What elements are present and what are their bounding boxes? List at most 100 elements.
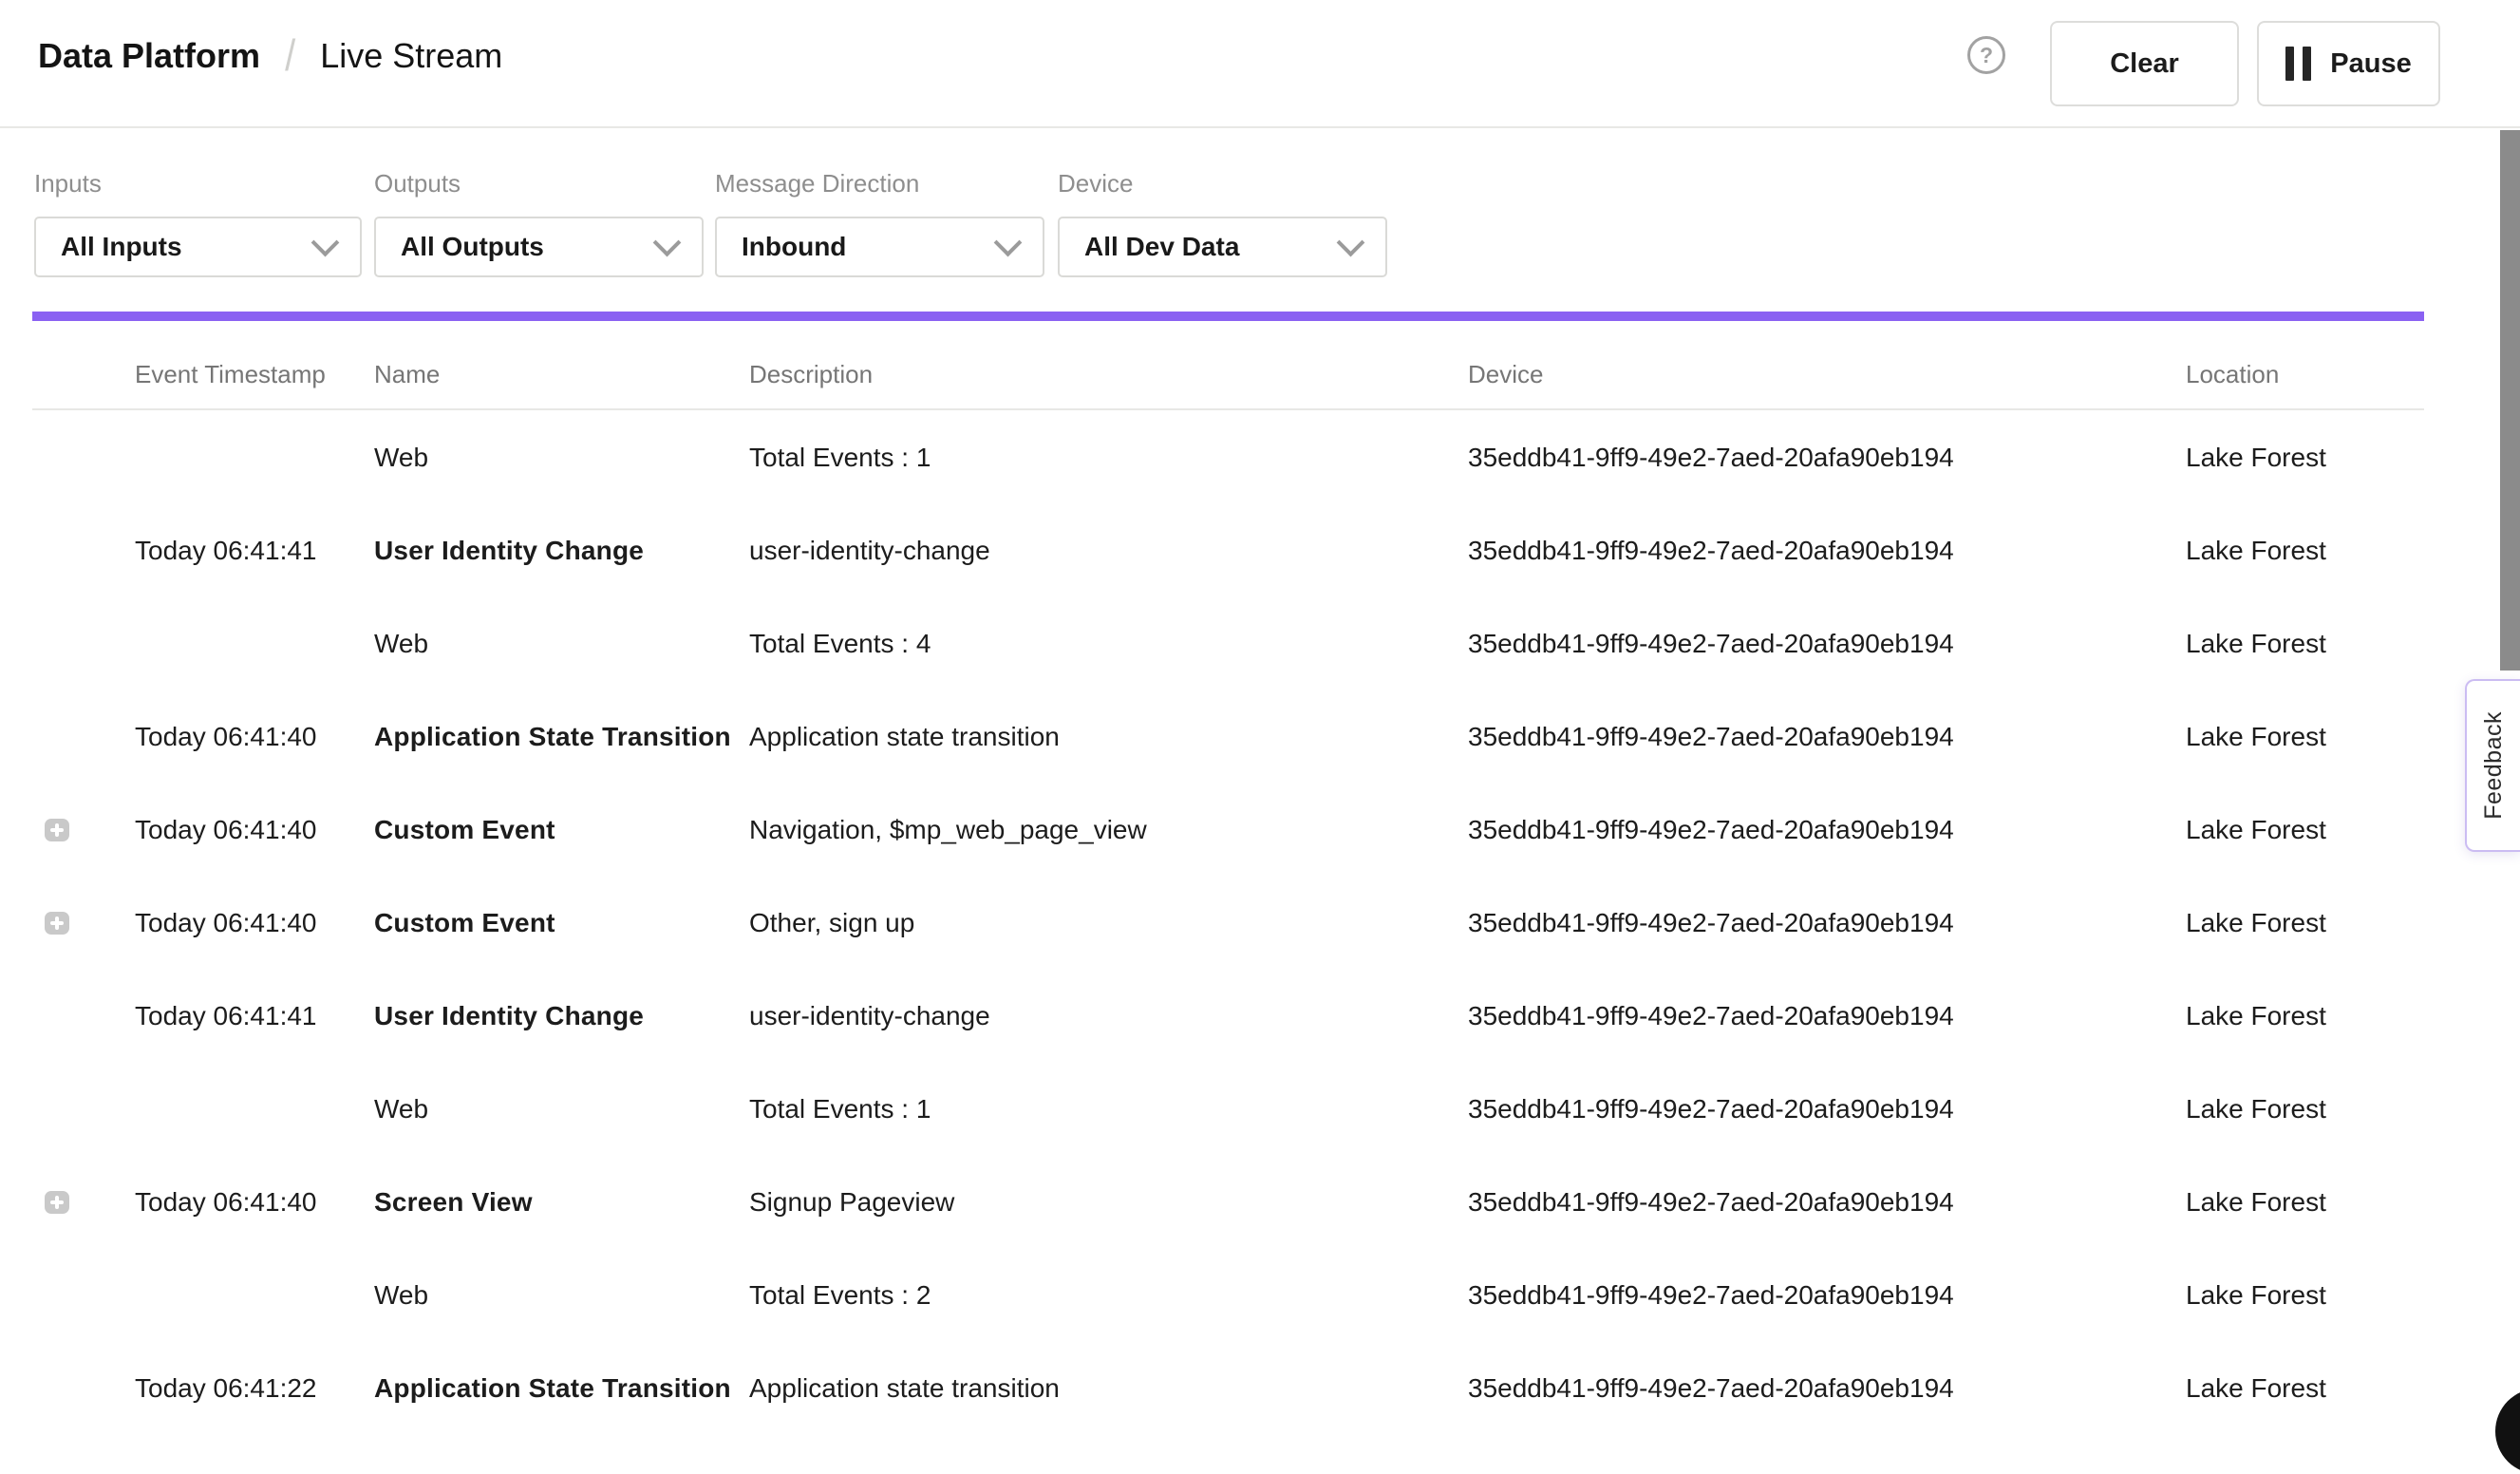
event-device-id: 35eddb41-9ff9-49e2-7aed-20afa90eb194 [1468, 1373, 1954, 1404]
column-header-device: Device [1468, 360, 1543, 389]
device-dropdown[interactable]: All Dev Data [1058, 217, 1387, 277]
event-row[interactable]: Today 06:41:40 Custom Event Other, sign … [0, 877, 2520, 970]
breadcrumb: Data Platform / Live Stream [38, 0, 502, 112]
event-timestamp: Today 06:41:40 [135, 1187, 317, 1218]
event-row: Today 06:41:40 Application State Transit… [0, 690, 2520, 784]
page-title: Live Stream [320, 36, 502, 76]
event-description: Navigation, $mp_web_page_view [749, 815, 1147, 845]
event-location: Lake Forest [2186, 815, 2326, 845]
feedback-tab-label: Feedback [2480, 711, 2508, 820]
event-location: Lake Forest [2186, 1280, 2326, 1311]
event-description: Signup Pageview [749, 1187, 954, 1218]
column-header-location: Location [2186, 360, 2279, 389]
event-row: Today 06:41:22 Application State Transit… [0, 1342, 2520, 1435]
filter-group-device: Device All Dev Data [1058, 169, 1387, 277]
event-description: user-identity-change [749, 1001, 990, 1031]
filter-group-inputs: Inputs All Inputs [34, 169, 362, 277]
filter-group-message-direction: Message Direction Inbound [715, 169, 1044, 277]
message-direction-dropdown-value: Inbound [742, 232, 846, 262]
event-timestamp: Today 06:41:41 [135, 536, 317, 566]
event-row[interactable]: Today 06:41:40 Custom Event Navigation, … [0, 784, 2520, 877]
scrollbar-thumb[interactable] [2500, 130, 2520, 671]
accent-bar [32, 312, 2424, 321]
event-timestamp: Today 06:41:41 [135, 1001, 317, 1031]
event-row: Web Total Events : 1 35eddb41-9ff9-49e2-… [0, 1063, 2520, 1156]
event-device-id: 35eddb41-9ff9-49e2-7aed-20afa90eb194 [1468, 908, 1954, 938]
event-row: Web Total Events : 4 35eddb41-9ff9-49e2-… [0, 597, 2520, 690]
event-timestamp: Today 06:41:40 [135, 815, 317, 845]
outputs-dropdown-value: All Outputs [401, 232, 544, 262]
event-device-id: 35eddb41-9ff9-49e2-7aed-20afa90eb194 [1468, 443, 1954, 473]
inputs-dropdown-value: All Inputs [61, 232, 182, 262]
device-dropdown-value: All Dev Data [1084, 232, 1239, 262]
event-row: Today 06:41:41 User Identity Change user… [0, 504, 2520, 597]
event-device-id: 35eddb41-9ff9-49e2-7aed-20afa90eb194 [1468, 1001, 1954, 1031]
message-direction-dropdown[interactable]: Inbound [715, 217, 1044, 277]
event-device-id: 35eddb41-9ff9-49e2-7aed-20afa90eb194 [1468, 1187, 1954, 1218]
help-icon[interactable]: ? [1967, 36, 2005, 74]
event-location: Lake Forest [2186, 1187, 2326, 1218]
event-row: Today 06:41:41 User Identity Change user… [0, 970, 2520, 1063]
column-header-event-timestamp: Event Timestamp [135, 360, 326, 389]
event-description: Total Events : 1 [749, 1094, 931, 1124]
event-device-id: 35eddb41-9ff9-49e2-7aed-20afa90eb194 [1468, 536, 1954, 566]
event-device-id: 35eddb41-9ff9-49e2-7aed-20afa90eb194 [1468, 1280, 1954, 1311]
expand-plus-icon[interactable] [45, 912, 69, 935]
filter-label-message-direction: Message Direction [715, 169, 1044, 199]
event-location: Lake Forest [2186, 722, 2326, 752]
event-location: Lake Forest [2186, 1001, 2326, 1031]
chevron-down-icon [653, 228, 682, 256]
event-location: Lake Forest [2186, 443, 2326, 473]
event-location: Lake Forest [2186, 536, 2326, 566]
event-name: Web [374, 1280, 428, 1311]
event-description: Total Events : 4 [749, 629, 931, 659]
filter-label-inputs: Inputs [34, 169, 362, 199]
breadcrumb-separator-icon: / [285, 31, 295, 81]
outputs-dropdown[interactable]: All Outputs [374, 217, 704, 277]
event-location: Lake Forest [2186, 629, 2326, 659]
inputs-dropdown[interactable]: All Inputs [34, 217, 362, 277]
column-header-description: Description [749, 360, 873, 389]
event-location: Lake Forest [2186, 1094, 2326, 1124]
column-header-name: Name [374, 360, 440, 389]
filter-label-outputs: Outputs [374, 169, 704, 199]
event-name: Web [374, 1094, 428, 1124]
event-location: Lake Forest [2186, 1373, 2326, 1404]
event-description: Total Events : 1 [749, 443, 931, 473]
help-glyph: ? [1980, 43, 1993, 68]
event-location: Lake Forest [2186, 908, 2326, 938]
event-name: Application State Transition [374, 1373, 731, 1404]
event-timestamp: Today 06:41:40 [135, 908, 317, 938]
event-description: Application state transition [749, 1373, 1060, 1404]
event-row: Web Total Events : 2 35eddb41-9ff9-49e2-… [0, 1249, 2520, 1342]
event-device-id: 35eddb41-9ff9-49e2-7aed-20afa90eb194 [1468, 1094, 1954, 1124]
breadcrumb-section[interactable]: Data Platform [38, 36, 260, 76]
event-name: User Identity Change [374, 536, 644, 566]
clear-button-label: Clear [2110, 48, 2179, 80]
pause-icon [2285, 47, 2311, 81]
event-name: Web [374, 629, 428, 659]
feedback-tab[interactable]: Feedback [2465, 679, 2520, 852]
event-table-body: Web Total Events : 1 35eddb41-9ff9-49e2-… [0, 411, 2520, 1435]
event-name: Custom Event [374, 908, 555, 938]
event-description: Other, sign up [749, 908, 914, 938]
page-header: Data Platform / Live Stream ? Clear Paus… [0, 0, 2520, 128]
event-name: Screen View [374, 1187, 533, 1218]
pause-button[interactable]: Pause [2257, 21, 2440, 106]
chevron-down-icon [994, 228, 1023, 256]
event-description: Application state transition [749, 722, 1060, 752]
expand-plus-icon[interactable] [45, 1191, 69, 1214]
event-name: Application State Transition [374, 722, 731, 752]
filter-group-outputs: Outputs All Outputs [374, 169, 704, 277]
filter-label-device: Device [1058, 169, 1387, 199]
event-row: Web Total Events : 1 35eddb41-9ff9-49e2-… [0, 411, 2520, 504]
chevron-down-icon [1337, 228, 1365, 256]
event-timestamp: Today 06:41:22 [135, 1373, 317, 1404]
clear-button[interactable]: Clear [2050, 21, 2239, 106]
expand-plus-icon[interactable] [45, 819, 69, 841]
event-row[interactable]: Today 06:41:40 Screen View Signup Pagevi… [0, 1156, 2520, 1249]
event-name: User Identity Change [374, 1001, 644, 1031]
event-description: Total Events : 2 [749, 1280, 931, 1311]
event-device-id: 35eddb41-9ff9-49e2-7aed-20afa90eb194 [1468, 815, 1954, 845]
event-name: Web [374, 443, 428, 473]
